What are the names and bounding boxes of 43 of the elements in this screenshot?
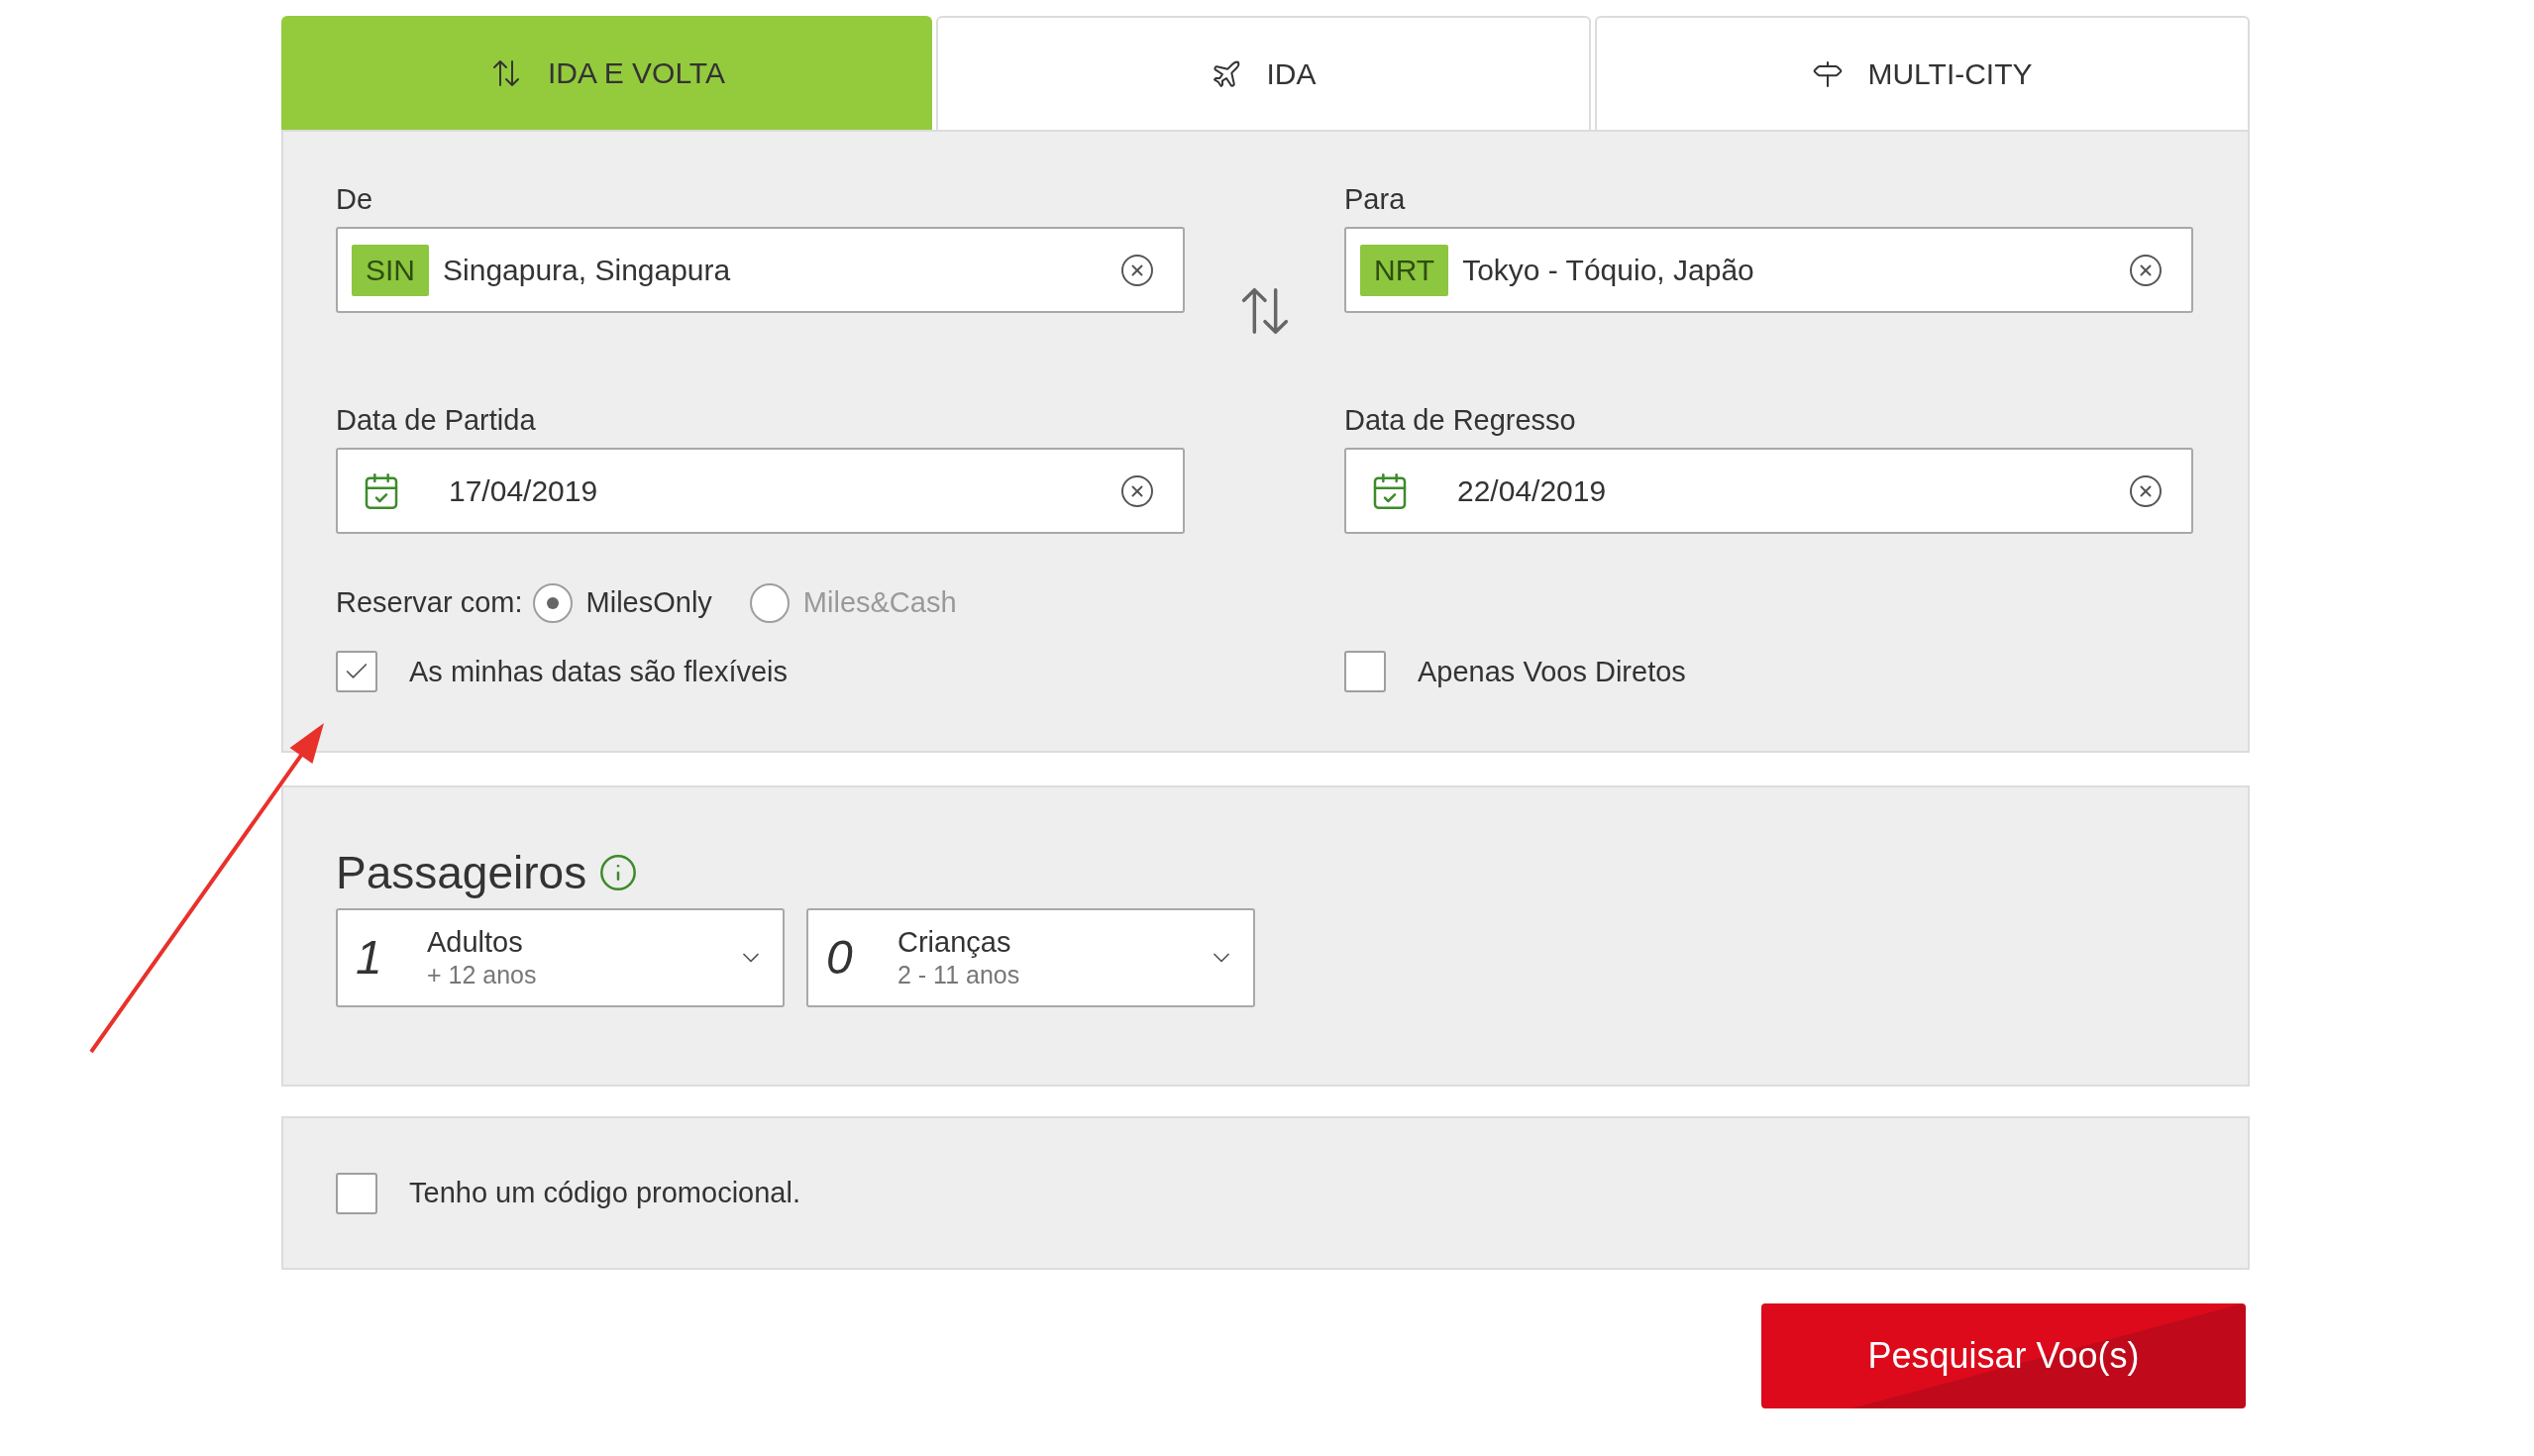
clear-icon[interactable] bbox=[1119, 472, 1155, 509]
date-field[interactable]: 17/04/2019 bbox=[336, 448, 1185, 534]
airport-name: Singapura, Singapura bbox=[443, 253, 732, 288]
booking-label: Reservar com: bbox=[336, 585, 523, 620]
passenger-count: 0 bbox=[826, 930, 854, 986]
checkbox[interactable] bbox=[336, 651, 377, 693]
date-value: 17/04/2019 bbox=[449, 473, 599, 509]
radio-button[interactable] bbox=[532, 582, 573, 623]
trip-type-tab[interactable]: IDA E VOLTA bbox=[281, 16, 932, 130]
airport-field[interactable]: NRT Tokyo - Tóquio, Japão bbox=[1344, 227, 2193, 313]
clear-icon[interactable] bbox=[1119, 252, 1155, 288]
checkbox-label: Tenho um código promocional. bbox=[409, 1175, 800, 1210]
field-label: Data de Regresso bbox=[1344, 403, 1577, 438]
airport-code-badge: SIN bbox=[352, 244, 429, 296]
radio-button[interactable] bbox=[749, 582, 790, 623]
date-field[interactable]: 22/04/2019 bbox=[1344, 448, 2193, 534]
radio-label: Miles&Cash bbox=[802, 585, 957, 620]
passenger-dropdown[interactable]: 0 Crianças 2 - 11 anos bbox=[806, 908, 1255, 1007]
radio-label: MilesOnly bbox=[585, 585, 712, 620]
airport-code-badge: NRT bbox=[1360, 244, 1449, 296]
field-label: Para bbox=[1344, 182, 1407, 217]
passenger-dropdown[interactable]: 1 Adultos + 12 anos bbox=[336, 908, 785, 1007]
field-label: De bbox=[336, 182, 374, 217]
passenger-type: Crianças bbox=[897, 925, 1012, 959]
passenger-count: 1 bbox=[356, 930, 383, 986]
clear-icon[interactable] bbox=[2128, 472, 2164, 509]
checkbox-label: As minhas datas são flexíveis bbox=[409, 654, 788, 689]
info-icon[interactable] bbox=[598, 853, 639, 892]
date-value: 22/04/2019 bbox=[1457, 473, 1608, 509]
checkbox-label: Apenas Voos Diretos bbox=[1418, 654, 1686, 689]
airport-name: Tokyo - Tóquio, Japão bbox=[1462, 253, 1755, 288]
checkbox[interactable] bbox=[1344, 651, 1386, 693]
field-label: Data de Partida bbox=[336, 403, 537, 438]
section-title: Passageiros bbox=[336, 846, 587, 900]
checkbox[interactable] bbox=[336, 1172, 377, 1214]
airport-field[interactable]: SIN Singapura, Singapura bbox=[336, 227, 1185, 313]
age-range: + 12 anos bbox=[427, 960, 538, 990]
search-flights-button[interactable]: Pesquisar Voo(s) bbox=[1761, 1303, 2246, 1408]
trip-type-tab[interactable]: IDA bbox=[936, 16, 1591, 130]
age-range: 2 - 11 anos bbox=[897, 960, 1021, 990]
trip-type-tab[interactable]: MULTI-CITY bbox=[1595, 16, 2250, 130]
clear-icon[interactable] bbox=[2128, 252, 2164, 288]
passenger-type: Adultos bbox=[427, 925, 524, 959]
